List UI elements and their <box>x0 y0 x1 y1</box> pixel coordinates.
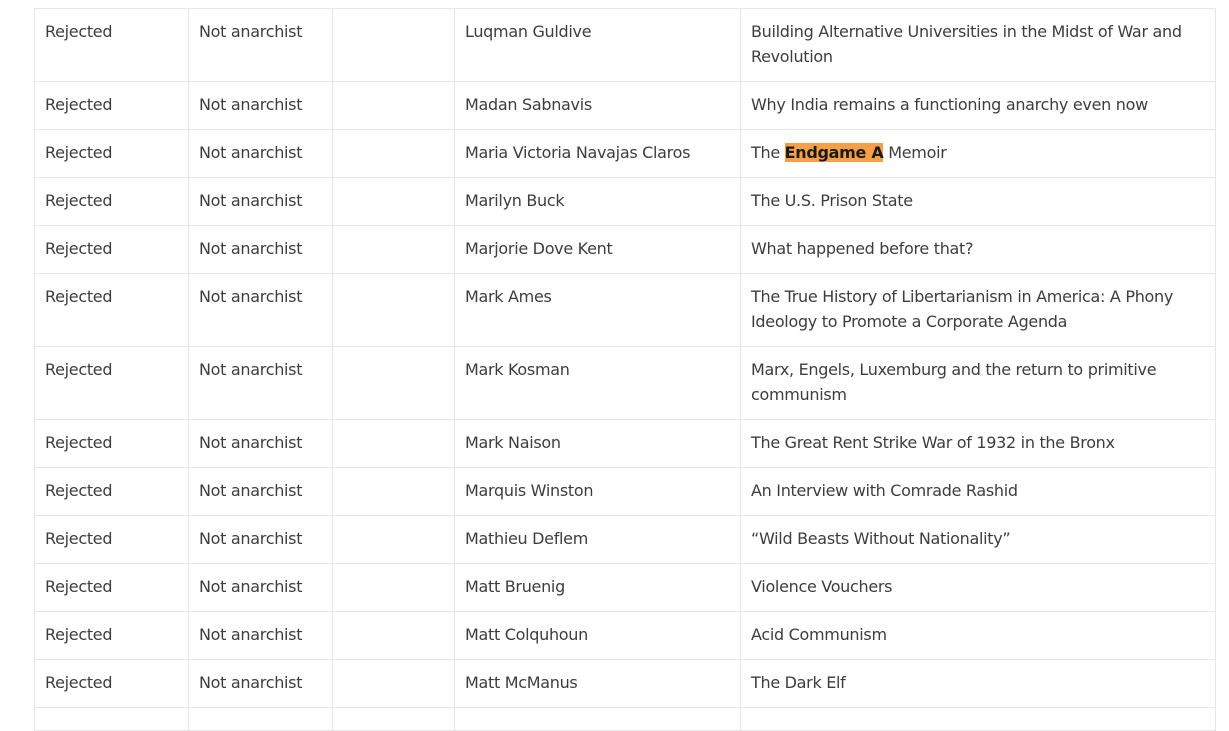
reason-cell: Not anarchist <box>188 659 333 708</box>
results-table-container: Rejected Not anarchist Luqman Guldive Bu… <box>34 8 1216 731</box>
table-row: Rejected Not anarchist Matt Bruenig Viol… <box>34 563 1216 612</box>
table-row: Rejected Not anarchist Madan Sabnavis Wh… <box>34 81 1216 130</box>
title-prefix: The <box>751 143 785 162</box>
author-cell: Matt Colquhoun <box>454 611 741 660</box>
extra-cell <box>332 467 455 516</box>
reason-cell: Not anarchist <box>188 81 333 130</box>
search-highlight: Endgame A <box>784 143 884 162</box>
author-cell <box>454 707 741 731</box>
extra-cell <box>332 707 455 731</box>
title-cell: An Interview with Comrade Rashid <box>740 467 1216 516</box>
title-cell: The True History of Libertarianism in Am… <box>740 273 1216 347</box>
extra-cell <box>332 659 455 708</box>
title-cell: Why India remains a functioning anarchy … <box>740 81 1216 130</box>
reason-cell: Not anarchist <box>188 225 333 274</box>
author-cell: Maria Victoria Navajas Claros <box>454 129 741 178</box>
extra-cell <box>332 8 455 82</box>
title-cell: The Dark Elf <box>740 659 1216 708</box>
title-cell: The U.S. Prison State <box>740 177 1216 226</box>
reason-cell: Not anarchist <box>188 467 333 516</box>
status-cell: Rejected <box>34 129 189 178</box>
author-cell: Matt McManus <box>454 659 741 708</box>
extra-cell <box>332 225 455 274</box>
results-table: Rejected Not anarchist Luqman Guldive Bu… <box>34 8 1216 731</box>
author-cell: Madan Sabnavis <box>454 81 741 130</box>
table-row: Rejected Not anarchist Maria Victoria Na… <box>34 129 1216 178</box>
extra-cell <box>332 611 455 660</box>
table-row: Rejected Not anarchist Matt Colquhoun Ac… <box>34 611 1216 660</box>
status-cell: Rejected <box>34 563 189 612</box>
status-cell: Rejected <box>34 611 189 660</box>
extra-cell <box>332 346 455 420</box>
reason-cell: Not anarchist <box>188 419 333 468</box>
reason-cell: Not anarchist <box>188 515 333 564</box>
extra-cell <box>332 419 455 468</box>
reason-cell: Not anarchist <box>188 177 333 226</box>
table-row: Rejected Not anarchist Luqman Guldive Bu… <box>34 8 1216 82</box>
author-cell: Mark Naison <box>454 419 741 468</box>
extra-cell <box>332 129 455 178</box>
extra-cell <box>332 515 455 564</box>
reason-cell: Not anarchist <box>188 346 333 420</box>
status-cell: Rejected <box>34 81 189 130</box>
author-cell: Marjorie Dove Kent <box>454 225 741 274</box>
table-row: Rejected Not anarchist Mark Kosman Marx,… <box>34 346 1216 420</box>
reason-cell: Not anarchist <box>188 273 333 347</box>
extra-cell <box>332 273 455 347</box>
status-cell: Rejected <box>34 177 189 226</box>
author-cell: Marquis Winston <box>454 467 741 516</box>
author-cell: Mark Ames <box>454 273 741 347</box>
title-cell <box>740 707 1216 731</box>
status-cell: Rejected <box>34 346 189 420</box>
table-row: Rejected Not anarchist Marilyn Buck The … <box>34 177 1216 226</box>
extra-cell <box>332 563 455 612</box>
author-cell: Mathieu Deflem <box>454 515 741 564</box>
status-cell: Rejected <box>34 225 189 274</box>
reason-cell: Not anarchist <box>188 129 333 178</box>
extra-cell <box>332 81 455 130</box>
status-cell: Rejected <box>34 467 189 516</box>
title-cell: Acid Communism <box>740 611 1216 660</box>
extra-cell <box>332 177 455 226</box>
table-row: Rejected Not anarchist Marquis Winston A… <box>34 467 1216 516</box>
title-cell: What happened before that? <box>740 225 1216 274</box>
status-cell: Rejected <box>34 419 189 468</box>
title-cell: The Endgame A Memoir <box>740 129 1216 178</box>
title-cell: Violence Vouchers <box>740 563 1216 612</box>
title-cell: “Wild Beasts Without Nationality” <box>740 515 1216 564</box>
status-cell: Rejected <box>34 273 189 347</box>
title-cell: Building Alternative Universities in the… <box>740 8 1216 82</box>
table-row: Rejected Not anarchist Matt McManus The … <box>34 659 1216 708</box>
table-row: Rejected Not anarchist Marjorie Dove Ken… <box>34 225 1216 274</box>
status-cell: Rejected <box>34 659 189 708</box>
author-cell: Marilyn Buck <box>454 177 741 226</box>
status-cell: Rejected <box>34 515 189 564</box>
reason-cell: Not anarchist <box>188 8 333 82</box>
author-cell: Mark Kosman <box>454 346 741 420</box>
reason-cell <box>188 707 333 731</box>
title-cell: Marx, Engels, Luxemburg and the return t… <box>740 346 1216 420</box>
table-row: Rejected Not anarchist Mathieu Deflem “W… <box>34 515 1216 564</box>
reason-cell: Not anarchist <box>188 611 333 660</box>
status-cell <box>34 707 189 731</box>
author-cell: Matt Bruenig <box>454 563 741 612</box>
title-cell: The Great Rent Strike War of 1932 in the… <box>740 419 1216 468</box>
table-row: Rejected Not anarchist Mark Ames The Tru… <box>34 273 1216 347</box>
author-cell: Luqman Guldive <box>454 8 741 82</box>
reason-cell: Not anarchist <box>188 563 333 612</box>
table-row: Rejected Not anarchist Mark Naison The G… <box>34 419 1216 468</box>
title-suffix: Memoir <box>883 143 947 162</box>
status-cell: Rejected <box>34 8 189 82</box>
table-row <box>34 707 1216 731</box>
